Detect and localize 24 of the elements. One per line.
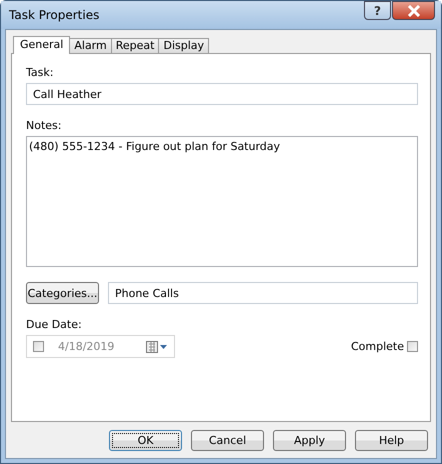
checkbox[interactable] xyxy=(407,341,418,352)
field-label: Task: xyxy=(26,66,54,80)
categories-field[interactable]: Phone Calls xyxy=(108,282,418,304)
dialog-button[interactable]: Help xyxy=(355,430,428,450)
dialog-button[interactable]: OK xyxy=(109,430,182,450)
tab[interactable]: Repeat xyxy=(110,38,160,53)
close-icon xyxy=(406,4,420,16)
field-label: Notes: xyxy=(26,119,62,133)
tab[interactable]: Alarm xyxy=(69,38,112,53)
categories-button[interactable]: Categories... xyxy=(26,282,99,304)
help-button[interactable]: ? xyxy=(364,1,391,20)
calendar-icon xyxy=(146,340,168,352)
notes-field[interactable]: (480) 555-1234 - Figure out plan for Saturday xyxy=(26,136,418,267)
tab[interactable]: General xyxy=(13,36,70,54)
task-field[interactable]: Call Heather xyxy=(26,83,418,105)
tab[interactable]: Display xyxy=(158,38,210,53)
field-label: Due Date: xyxy=(26,318,83,332)
checkbox[interactable] xyxy=(33,341,44,352)
dialog-button[interactable]: Cancel xyxy=(191,430,264,450)
window-title: Task Properties xyxy=(9,8,100,22)
date-picker[interactable]: 4/18/2019 xyxy=(26,335,175,358)
complete-label: Complete xyxy=(350,340,404,353)
dialog-button[interactable]: Apply xyxy=(273,430,346,450)
close-button[interactable] xyxy=(392,1,435,20)
